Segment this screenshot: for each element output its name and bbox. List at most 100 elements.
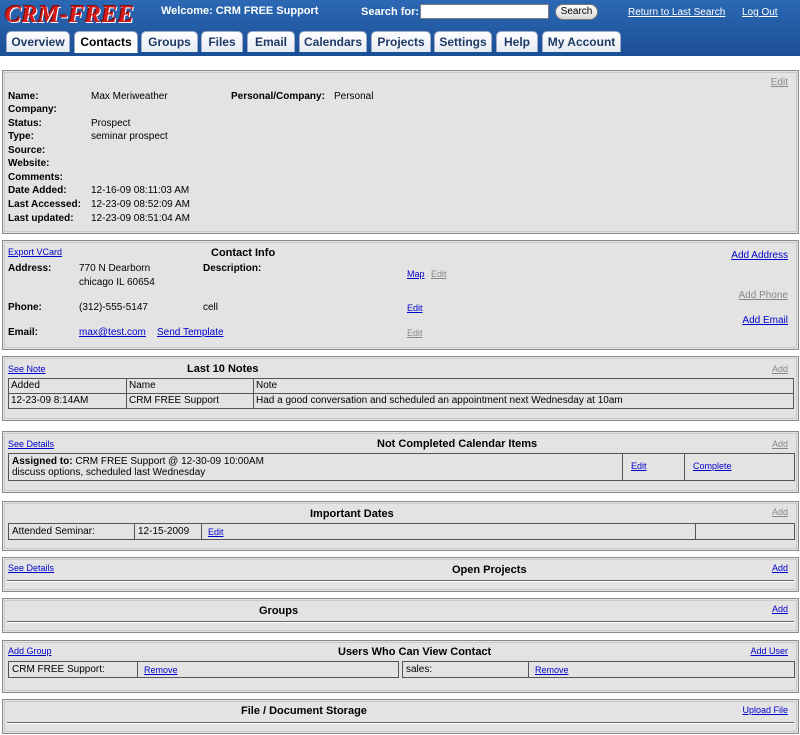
upload-file-link[interactable]: Upload File [742,705,788,715]
remove-user-link[interactable]: Remove [144,665,178,675]
important-date-value: 12-15-2009 [138,526,190,537]
contact-edit-link[interactable]: Edit [771,77,788,88]
important-date-row: Attended Seminar: 12-15-2009 Edit [8,523,795,540]
header-note: Note [253,378,794,394]
email-label: Email: [8,327,39,338]
send-template-link[interactable]: Send Template [157,327,224,338]
tab-files[interactable]: Files [201,31,243,52]
company-label: Company: [8,104,57,115]
crm-free-logo[interactable]: CRM-FREE [5,2,134,29]
tab-contacts[interactable]: Contacts [74,31,138,53]
date-added-value: 12-16-09 08:11:03 AM [91,185,190,196]
calendar-title: Not Completed Calendar Items [377,438,538,450]
status-label: Status: [8,118,42,129]
tab-projects[interactable]: Projects [371,31,431,52]
last-updated-label: Last updated: [8,213,74,224]
email-edit-link[interactable]: Edit [407,328,423,338]
tab-email[interactable]: Email [247,31,295,52]
calendar-items-panel: See Details Not Completed Calendar Items… [2,431,799,493]
groups-title: Groups [259,605,299,617]
projects-divider [7,580,794,582]
notes-title: Last 10 Notes [187,363,259,375]
address-line2: chicago IL 60654 [79,277,155,288]
groups-divider [7,621,794,623]
add-user-link[interactable]: Add User [750,646,788,656]
tab-my-account[interactable]: My Account [542,31,621,52]
add-email-link[interactable]: Add Email [742,315,788,326]
map-link[interactable]: Map [407,269,425,279]
see-note-link[interactable]: See Note [8,364,46,374]
user-name: CRM FREE Support: [12,664,105,675]
cell-divider [528,662,529,677]
cell-divider [695,524,696,539]
important-dates-title: Important Dates [310,508,394,520]
add-calendar-item-link[interactable]: Add [772,439,788,449]
log-out-link[interactable]: Log Out [742,7,778,18]
calendar-edit-link[interactable]: Edit [631,461,647,471]
tab-groups[interactable]: Groups [141,31,198,52]
name-value: Max Meriweather [91,91,168,102]
calendar-see-details-link[interactable]: See Details [8,439,54,449]
tab-calendars[interactable]: Calendars [299,31,367,52]
source-label: Source: [8,145,46,156]
calendar-assigned: Assigned to: CRM FREE Support @ 12-30-09… [12,456,264,467]
projects-see-details-link[interactable]: See Details [8,563,54,573]
export-vcard-link[interactable]: Export VCard [8,247,62,257]
add-note-link[interactable]: Add [772,364,788,374]
important-dates-panel: Important Dates Add Attended Seminar: 12… [2,501,799,551]
cell-divider [684,454,685,480]
search-label: Search for: [361,6,420,18]
header-spacer [0,56,800,69]
open-projects-panel: See Details Open Projects Add [2,557,799,592]
assigned-label: Assigned to: [12,456,73,467]
address-line1: 770 N Dearborn [79,263,151,274]
address-label: Address: [8,263,52,274]
app-header: CRM-FREE Welcome: CRM FREE Support Searc… [0,0,800,56]
add-address-link[interactable]: Add Address [731,250,788,261]
welcome-text: Welcome: CRM FREE Support [161,5,319,17]
personal-company-label: Personal/Company: [231,91,325,102]
phone-value: (312)-555-5147 [79,302,148,313]
notes-panel: See Note Last 10 Notes Add Added Name No… [2,356,799,421]
tab-overview[interactable]: Overview [6,31,70,52]
header-name: Name [126,378,254,394]
address-edit-link[interactable]: Edit [431,269,447,279]
email-link[interactable]: max@test.com [79,327,146,338]
files-divider [7,722,794,724]
name-label: Name: [8,91,39,102]
add-important-date-link[interactable]: Add [772,507,788,517]
search-button[interactable]: Search [555,4,598,20]
add-project-link[interactable]: Add [772,563,788,573]
tab-settings[interactable]: Settings [434,31,492,52]
file-storage-title: File / Document Storage [241,705,367,717]
add-group-link[interactable]: Add [772,604,788,614]
users-view-contact-panel: Add Group Users Who Can View Contact Add… [2,640,799,693]
add-user-group-link[interactable]: Add Group [8,646,52,656]
important-date-label: Attended Seminar: [12,526,95,537]
user-name: sales: [406,664,433,675]
last-updated-value: 12-23-09 08:51:04 AM [91,213,190,224]
contact-info-panel: Export VCard Contact Info Add Address Ad… [2,240,799,350]
return-to-last-search-link[interactable]: Return to Last Search [628,7,725,18]
last-accessed-value: 12-23-09 08:52:09 AM [91,199,190,210]
table-header-row: Added Name Note [8,378,794,394]
website-label: Website: [8,158,50,169]
calendar-item-row: Assigned to: CRM FREE Support @ 12-30-09… [8,453,795,481]
user-row: sales: Remove [402,661,795,678]
assigned-value: CRM FREE Support @ 12-30-09 10:00AM [75,456,264,467]
personal-company-value: Personal [334,91,374,102]
phone-edit-link[interactable]: Edit [407,303,423,313]
tab-help[interactable]: Help [496,31,538,52]
note-author: CRM FREE Support [126,393,254,409]
calendar-complete-link[interactable]: Complete [693,461,732,471]
remove-user-link[interactable]: Remove [535,665,569,675]
cell-divider [137,662,138,677]
open-projects-title: Open Projects [452,564,527,576]
important-date-edit-link[interactable]: Edit [208,527,224,537]
phone-label: Phone: [8,302,42,313]
contact-details-panel: Edit Name: Max Meriweather Personal/Comp… [2,70,799,234]
add-phone-link[interactable]: Add Phone [739,290,789,301]
table-row: 12-23-09 8:14AM CRM FREE Support Had a g… [8,393,794,409]
search-input[interactable] [420,4,549,19]
notes-table: Added Name Note 12-23-09 8:14AM CRM FREE… [8,378,794,409]
